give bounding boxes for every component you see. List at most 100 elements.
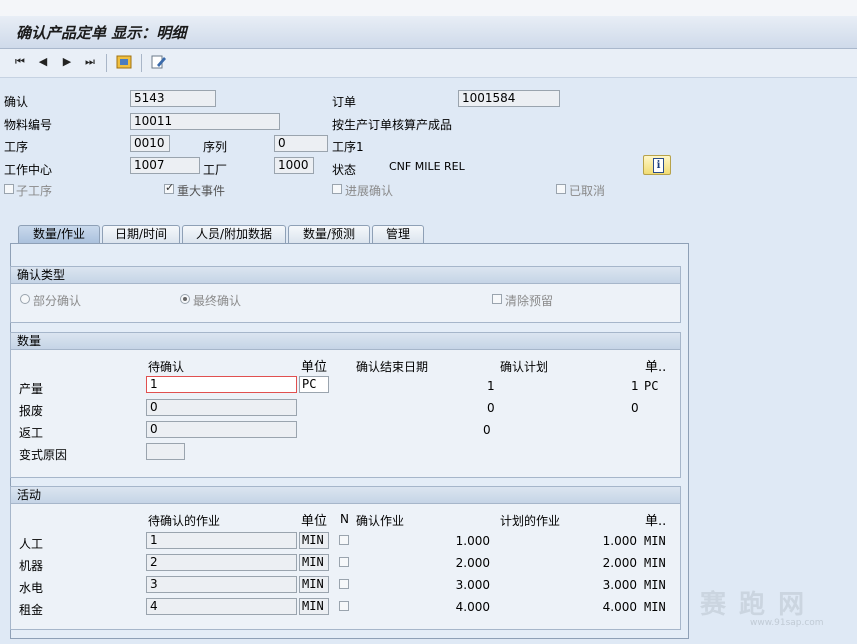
scrap-label: 报废 <box>19 404 44 418</box>
activity-unit[interactable]: MIN <box>299 532 329 549</box>
order-field[interactable]: 1001584 <box>458 90 560 107</box>
activity-input[interactable]: 4 <box>146 598 297 615</box>
activity-planned: 2.000 <box>602 556 637 570</box>
activity-confirmed: 4.000 <box>455 600 490 614</box>
activity-unit[interactable]: MIN <box>299 554 329 571</box>
sub-operation-label: 子工序 <box>16 184 53 198</box>
previous-record-icon[interactable]: ◀ <box>35 54 51 70</box>
material-label: 物料编号 <box>4 118 53 132</box>
yield-plan-unit: PC <box>644 379 659 393</box>
activity-col-unit: 单位 <box>301 514 328 529</box>
info-icon: i <box>653 158 664 173</box>
tab-personnel[interactable]: 人员/附加数据 <box>182 225 286 243</box>
order-label: 订单 <box>332 95 357 109</box>
cancelled-label: 已取消 <box>569 184 606 198</box>
edit-icon[interactable] <box>151 54 167 70</box>
yield-confirmed: 1 <box>487 379 495 393</box>
activity-unit[interactable]: MIN <box>299 576 329 593</box>
workcenter-label: 工作中心 <box>4 163 53 177</box>
rework-input[interactable]: 0 <box>146 421 297 438</box>
activity-n-checkbox[interactable] <box>339 579 349 589</box>
variance-reason-input[interactable] <box>146 443 185 460</box>
material-field[interactable]: 10011 <box>130 113 280 130</box>
material-description: 按生产订单核算产成品 <box>332 118 453 132</box>
confirm-label: 确认 <box>4 95 29 109</box>
tab-quantity-activity[interactable]: 数量/作业 <box>18 225 100 244</box>
major-event-checkbox[interactable] <box>164 181 174 194</box>
status-value: CNF MILE REL <box>389 160 465 173</box>
clear-reservation-checkbox[interactable] <box>492 294 502 304</box>
activity-planned-unit: MIN <box>644 578 666 592</box>
final-confirm-label: 最终确认 <box>193 294 242 308</box>
workcenter-field[interactable]: 1007 <box>130 157 200 174</box>
rework-label: 返工 <box>19 426 44 440</box>
yield-input[interactable]: 1 <box>146 376 297 393</box>
scrap-input[interactable]: 0 <box>146 399 297 416</box>
variance-reason-label: 变式原因 <box>19 448 68 462</box>
tab-admin[interactable]: 管理 <box>372 225 424 243</box>
activity-group: 活动 待确认的作业 单位 N 确认作业 计划的作业 单.. 人工 1 MIN 1… <box>10 486 681 630</box>
yield-plan: 1 <box>631 379 639 393</box>
activity-n-checkbox[interactable] <box>339 601 349 611</box>
top-strip <box>0 0 857 17</box>
quantity-col-end-date: 确认结束日期 <box>356 360 429 374</box>
window-title: 确认产品定单 显示：明细 <box>16 24 187 42</box>
activity-planned-unit: MIN <box>644 600 666 614</box>
activity-confirmed: 1.000 <box>455 534 490 548</box>
quantity-col-plan: 确认计划 <box>500 360 549 374</box>
toolbar-separator <box>106 54 107 72</box>
rework-confirmed: 0 <box>483 423 491 437</box>
final-confirm-radio[interactable] <box>180 294 190 304</box>
find-icon[interactable] <box>116 54 132 70</box>
activity-confirmed: 3.000 <box>455 578 490 592</box>
activity-col-unit2: 单.. <box>645 514 667 529</box>
activity-n-checkbox[interactable] <box>339 557 349 567</box>
activity-input[interactable]: 3 <box>146 576 297 593</box>
operation-text: 工序1 <box>332 140 364 154</box>
sub-operation-checkbox[interactable] <box>4 184 14 194</box>
quantity-group: 数量 待确认 单位 确认结束日期 确认计划 单.. 产量 1 PC 1 1 PC… <box>10 332 681 478</box>
sequence-field[interactable]: 0 <box>274 135 328 152</box>
quantity-title: 数量 <box>11 333 680 350</box>
activity-col-pending: 待确认的作业 <box>148 514 221 528</box>
yield-label: 产量 <box>19 382 44 396</box>
next-record-icon[interactable]: ▶ <box>59 54 75 70</box>
sequence-label: 序列 <box>203 140 228 154</box>
activity-n-checkbox[interactable] <box>339 535 349 545</box>
progress-confirm-checkbox[interactable] <box>332 184 342 194</box>
partial-confirm-label: 部分确认 <box>33 294 82 308</box>
activity-confirmed: 2.000 <box>455 556 490 570</box>
scrap-plan: 0 <box>631 401 639 415</box>
confirm-type-title: 确认类型 <box>11 267 680 284</box>
title-bar: 确认产品定单 显示：明细 <box>0 16 857 49</box>
activity-input[interactable]: 1 <box>146 532 297 549</box>
activity-planned-unit: MIN <box>644 534 666 548</box>
tab-quantity-forecast[interactable]: 数量/预测 <box>288 225 370 243</box>
activity-unit[interactable]: MIN <box>299 598 329 615</box>
last-record-icon[interactable]: ⏭ <box>82 54 98 70</box>
activity-row-label: 租金 <box>19 603 44 617</box>
first-record-icon[interactable]: ⏮ <box>12 54 28 70</box>
activity-planned: 3.000 <box>602 578 637 592</box>
toolbar-separator <box>141 54 142 72</box>
confirm-field[interactable]: 5143 <box>130 90 216 107</box>
progress-confirm-label: 进展确认 <box>345 184 394 198</box>
plant-field[interactable]: 1000 <box>274 157 314 174</box>
activity-title: 活动 <box>11 487 680 504</box>
activity-input[interactable]: 2 <box>146 554 297 571</box>
activity-row-label: 机器 <box>19 559 44 573</box>
watermark-logo: 赛 跑 网 <box>700 590 807 620</box>
tab-date-time[interactable]: 日期/时间 <box>102 225 180 243</box>
toolbar: ⏮ ◀ ▶ ⏭ <box>0 49 857 78</box>
activity-planned: 4.000 <box>602 600 637 614</box>
partial-confirm-radio[interactable] <box>20 294 30 304</box>
yield-unit[interactable]: PC <box>299 376 329 393</box>
major-event-label: 重大事件 <box>177 184 226 198</box>
cancelled-checkbox[interactable] <box>556 184 566 194</box>
scrap-confirmed: 0 <box>487 401 495 415</box>
activity-planned-unit: MIN <box>644 556 666 570</box>
activity-col-planned: 计划的作业 <box>500 514 561 528</box>
activity-planned: 1.000 <box>602 534 637 548</box>
status-info-button[interactable]: i <box>643 155 671 175</box>
operation-field[interactable]: 0010 <box>130 135 170 152</box>
